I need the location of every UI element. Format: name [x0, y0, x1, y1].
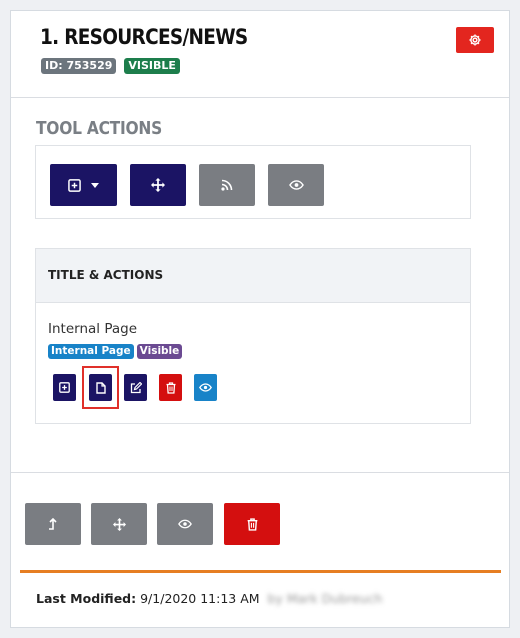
- caret-down-icon: [91, 182, 99, 188]
- page-title: 1. RESOURCES/NEWS: [40, 25, 248, 49]
- last-modified: Last Modified: 9/1/2020 11:13 AM by Mark…: [36, 591, 382, 606]
- visibility-badge: VISIBLE: [124, 58, 180, 74]
- panel-header: TITLE & ACTIONS: [36, 249, 470, 303]
- eye-icon: [199, 383, 212, 392]
- trash-icon: [247, 517, 258, 531]
- last-modified-value: 9/1/2020 11:13 AM: [140, 591, 260, 606]
- item-title: Internal Page: [48, 321, 138, 337]
- header-badges: ID: 753529 VISIBLE: [41, 58, 180, 74]
- gear-icon: [468, 33, 482, 47]
- section-divider: [11, 472, 509, 473]
- item-edit-button[interactable]: [124, 374, 147, 401]
- rss-icon: [221, 179, 233, 191]
- plus-square-icon: [68, 178, 81, 192]
- title-actions-panel: TITLE & ACTIONS Internal Page Internal P…: [35, 248, 471, 424]
- level-up-icon: [48, 518, 58, 530]
- plus-square-icon: [59, 382, 70, 393]
- view-button[interactable]: [268, 164, 324, 206]
- move-arrows-icon: [151, 178, 165, 192]
- tool-actions-title: TOOL ACTIONS: [36, 118, 162, 139]
- bottom-delete-button[interactable]: [224, 503, 280, 545]
- move-arrows-icon: [112, 517, 126, 531]
- rss-button[interactable]: [199, 164, 255, 206]
- last-modified-label: Last Modified:: [36, 591, 137, 606]
- eye-icon: [178, 519, 192, 529]
- trash-icon: [166, 381, 176, 394]
- last-modified-user: by Mark Dubreuch: [267, 591, 383, 606]
- footer-accent-rule: [20, 570, 501, 573]
- panel-header-label: TITLE & ACTIONS: [48, 268, 164, 282]
- id-badge: ID: 753529: [41, 58, 117, 74]
- selection-highlight: [82, 366, 119, 409]
- edit-icon: [130, 381, 142, 394]
- item-type-badge: Internal Page: [48, 344, 134, 359]
- item-add-button[interactable]: [53, 374, 76, 401]
- tool-actions-box: [35, 145, 471, 219]
- item-badges: Internal Page Visible: [48, 344, 183, 359]
- bottom-move-button[interactable]: [91, 503, 147, 545]
- level-up-button[interactable]: [25, 503, 81, 545]
- add-dropdown-button[interactable]: [50, 164, 117, 206]
- bottom-view-button[interactable]: [157, 503, 213, 545]
- move-button[interactable]: [130, 164, 186, 206]
- item-visibility-badge: Visible: [136, 344, 183, 359]
- item-view-button[interactable]: [194, 374, 217, 401]
- module-card: 1. RESOURCES/NEWS ID: 753529 VISIBLE TOO…: [10, 10, 510, 628]
- eye-icon: [288, 180, 304, 190]
- card-header: 1. RESOURCES/NEWS ID: 753529 VISIBLE: [11, 11, 509, 98]
- item-delete-button[interactable]: [159, 374, 182, 401]
- settings-button[interactable]: [456, 27, 494, 53]
